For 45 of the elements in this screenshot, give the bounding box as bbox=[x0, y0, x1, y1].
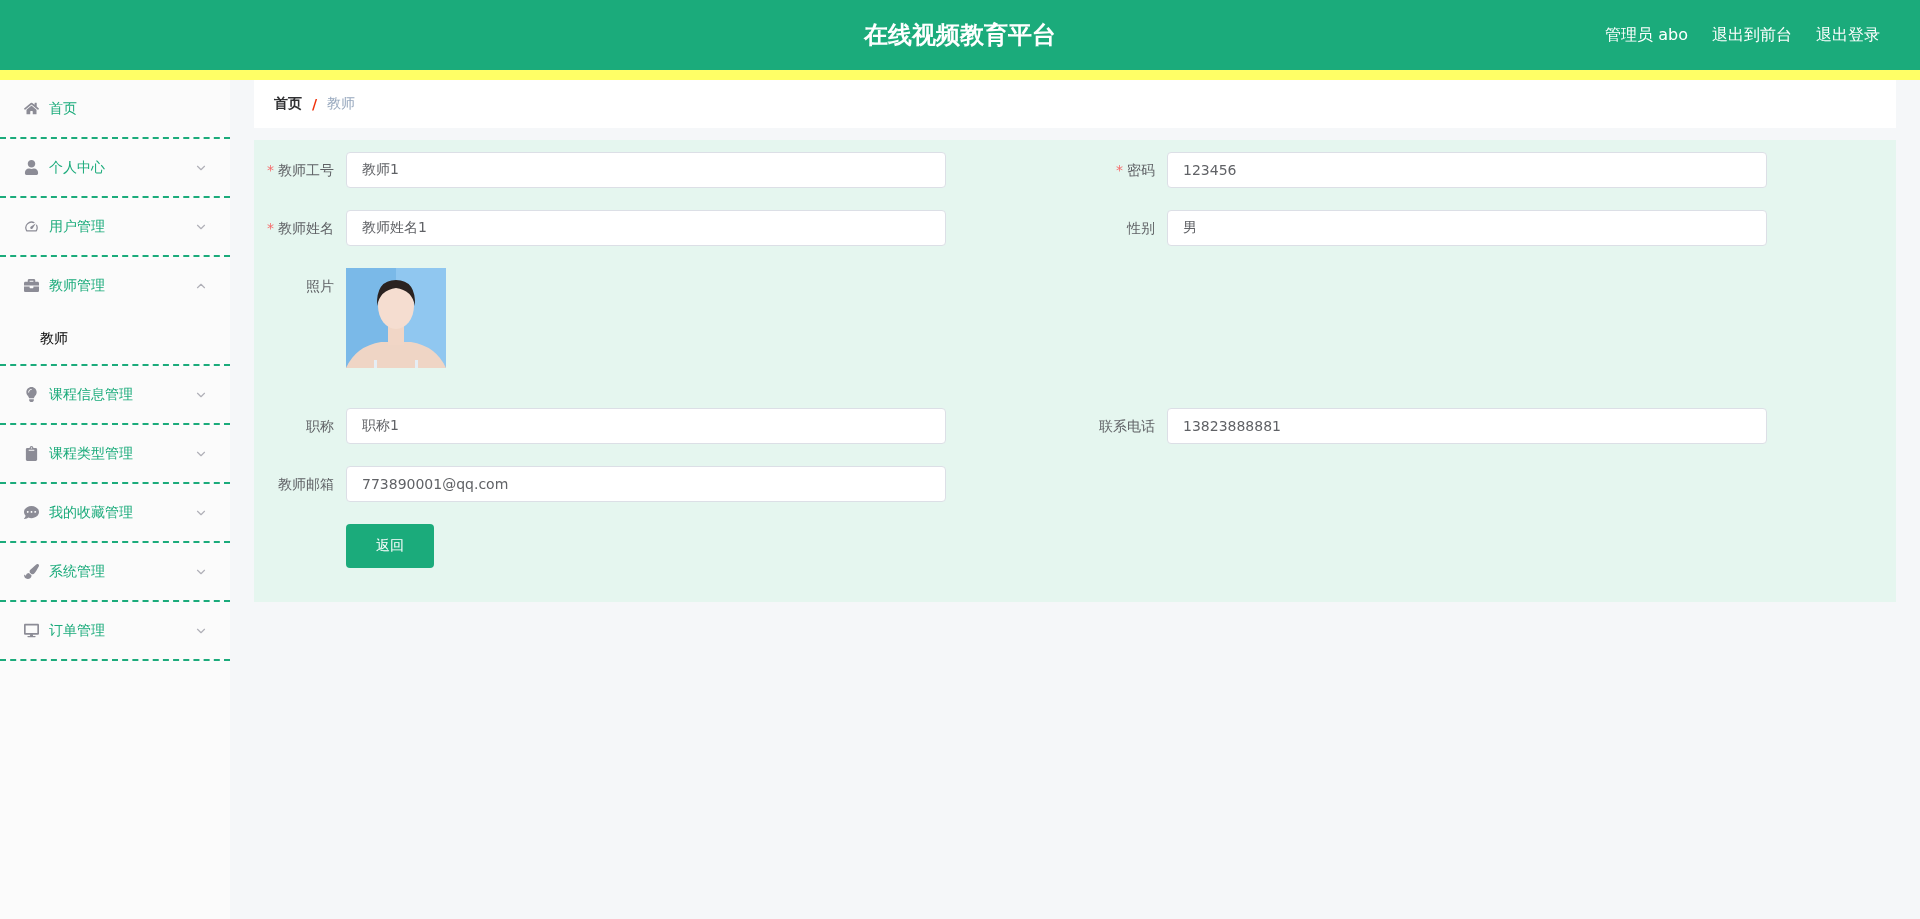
menu-item[interactable]: 首页 bbox=[0, 80, 230, 139]
menu-item[interactable]: 课程类型管理 bbox=[0, 425, 230, 484]
field-label: 联系电话 bbox=[1099, 418, 1155, 434]
required-mark: * bbox=[1116, 162, 1123, 178]
header-link[interactable]: 退出登录 bbox=[1816, 24, 1880, 46]
submenu-item[interactable]: 教师 bbox=[0, 314, 230, 364]
breadcrumb-link[interactable]: 首页 bbox=[274, 95, 302, 113]
user-label: 管理员 abo bbox=[1605, 24, 1688, 46]
clipboard-icon bbox=[24, 446, 39, 461]
gauge-icon bbox=[24, 219, 39, 234]
menu-item[interactable]: 个人中心 bbox=[0, 139, 230, 198]
text-field[interactable]: 773890001@qq.com bbox=[346, 466, 946, 502]
text-field[interactable]: 123456 bbox=[1167, 152, 1767, 188]
text-field[interactable]: 教师1 bbox=[346, 152, 946, 188]
monitor-icon bbox=[24, 623, 39, 638]
site-title: 在线视频教育平台 bbox=[864, 20, 1056, 51]
text-field[interactable]: 职称1 bbox=[346, 408, 946, 444]
chat-icon bbox=[24, 505, 39, 520]
user-icon bbox=[24, 160, 39, 175]
menu-item[interactable]: 系统管理 bbox=[0, 543, 230, 602]
back-button[interactable]: 返回 bbox=[346, 524, 434, 568]
field-label: 照片 bbox=[306, 278, 334, 294]
brush-icon bbox=[24, 564, 39, 579]
menu-item[interactable]: 订单管理 bbox=[0, 602, 230, 661]
field-label: 教师姓名 bbox=[278, 220, 334, 236]
menu-item[interactable]: 教师管理 bbox=[0, 257, 230, 314]
field-label: 性别 bbox=[1127, 220, 1155, 236]
text-field[interactable]: 教师姓名1 bbox=[346, 210, 946, 246]
required-mark: * bbox=[267, 162, 274, 178]
field-label: 教师邮箱 bbox=[278, 476, 334, 492]
breadcrumb-current: 教师 bbox=[327, 95, 356, 113]
text-field[interactable]: 男 bbox=[1167, 210, 1767, 246]
text-field[interactable]: 13823888881 bbox=[1167, 408, 1767, 444]
field-label: 密码 bbox=[1127, 162, 1155, 178]
menu-item[interactable]: 用户管理 bbox=[0, 198, 230, 257]
breadcrumb-separator: / bbox=[312, 96, 318, 112]
menu-item[interactable]: 我的收藏管理 bbox=[0, 484, 230, 543]
home-icon bbox=[24, 101, 39, 116]
field-label: 教师工号 bbox=[278, 162, 334, 178]
header-link[interactable]: 退出到前台 bbox=[1712, 24, 1792, 46]
field-label: 职称 bbox=[306, 418, 334, 434]
menu-item[interactable]: 课程信息管理 bbox=[0, 366, 230, 425]
briefcase-icon bbox=[24, 278, 39, 293]
lightbulb-icon bbox=[24, 387, 39, 402]
required-mark: * bbox=[267, 220, 274, 236]
